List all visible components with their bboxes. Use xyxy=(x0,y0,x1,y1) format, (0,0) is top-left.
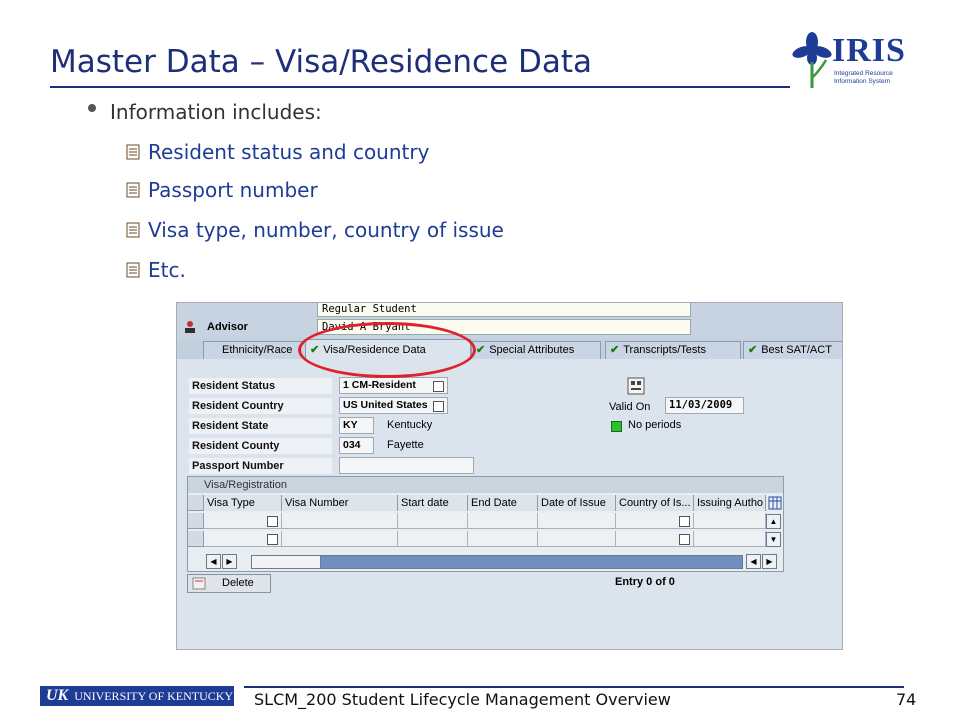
scroll-right-end-icon[interactable]: ▶ xyxy=(762,554,777,569)
resident-status-label: Resident Status xyxy=(189,378,332,394)
column-header[interactable]: Date of Issue xyxy=(538,495,616,511)
scrollbar-thumb[interactable] xyxy=(251,555,321,569)
no-periods-text: No periods xyxy=(628,419,682,431)
resident-status-field[interactable]: 1 CM-Resident xyxy=(339,377,448,394)
valid-on-label: Valid On xyxy=(609,401,651,413)
entry-counter: Entry 0 of 0 xyxy=(615,576,675,588)
checkmark-icon: ✔ xyxy=(748,344,758,356)
resident-county-text: Fayette xyxy=(387,439,424,451)
list-bullet-icon xyxy=(126,182,140,197)
logo-tagline: Integrated Resource Information System xyxy=(834,70,893,85)
value-help-icon[interactable] xyxy=(679,534,690,545)
scroll-left-end-icon[interactable]: ◀ xyxy=(206,554,221,569)
resident-state-text: Kentucky xyxy=(387,419,433,431)
advisor-label: Advisor xyxy=(207,321,248,333)
table-cell[interactable] xyxy=(468,531,538,547)
sub-bullet: Passport number xyxy=(126,178,318,202)
resident-county-field[interactable]: 034 xyxy=(339,437,374,454)
select-all-cell[interactable] xyxy=(188,495,204,511)
university-of-kentucky-logo: UK UNIVERSITY OF KENTUCKY xyxy=(40,686,234,706)
horizontal-scrollbar[interactable] xyxy=(251,555,743,569)
delete-icon xyxy=(192,577,206,590)
resident-county-label: Resident County xyxy=(189,438,332,454)
table-cell[interactable] xyxy=(282,513,398,529)
valid-on-field[interactable]: 11/03/2009 xyxy=(665,397,744,414)
tab-best-sat-act[interactable]: ✔ Best SAT/ACT xyxy=(743,341,842,359)
table-cell[interactable] xyxy=(538,513,616,529)
passport-label: Passport Number xyxy=(189,458,332,474)
scroll-right-icon[interactable]: ▶ xyxy=(222,554,237,569)
list-bullet-icon xyxy=(126,262,140,277)
highlight-circle xyxy=(298,322,476,378)
footer-course-title: SLCM_200 Student Lifecycle Management Ov… xyxy=(254,690,671,709)
student-type-field[interactable]: Regular Student xyxy=(317,303,691,317)
list-bullet-icon xyxy=(126,222,140,237)
table-cell[interactable] xyxy=(398,531,468,547)
table-cell[interactable] xyxy=(694,531,766,547)
scroll-down-icon[interactable]: ▼ xyxy=(766,532,781,547)
column-header[interactable]: Country of Is... xyxy=(616,495,694,511)
sub-bullet: Etc. xyxy=(126,258,186,282)
tab-special-attributes[interactable]: ✔ Special Attributes xyxy=(471,341,601,359)
delete-button[interactable]: Delete xyxy=(187,574,271,593)
country-cell[interactable] xyxy=(616,513,694,529)
checkmark-icon: ✔ xyxy=(476,344,486,356)
list-bullet-icon xyxy=(126,144,140,159)
main-bullet: Information includes: xyxy=(88,100,322,124)
visa-type-cell[interactable] xyxy=(204,513,282,529)
column-header[interactable]: Issuing Autho xyxy=(694,495,766,511)
uk-monogram: UK xyxy=(46,687,69,704)
bullet-dot-icon xyxy=(88,103,96,112)
resident-state-label: Resident State xyxy=(189,418,332,434)
value-help-icon[interactable] xyxy=(433,401,444,412)
visa-type-cell[interactable] xyxy=(204,531,282,547)
column-header[interactable]: Visa Type xyxy=(204,495,282,511)
checkmark-icon: ✔ xyxy=(610,344,620,356)
footer-rule xyxy=(244,686,904,688)
table-cell[interactable] xyxy=(282,531,398,547)
row-selector[interactable] xyxy=(188,531,204,547)
visa-registration-table: Visa/Registration Visa Type Visa Number … xyxy=(187,476,784,572)
title-underline xyxy=(50,86,790,88)
value-help-icon[interactable] xyxy=(679,516,690,527)
page-number: 74 xyxy=(896,690,917,709)
table-cell[interactable] xyxy=(468,513,538,529)
table-cell[interactable] xyxy=(694,513,766,529)
scroll-left-icon[interactable]: ◀ xyxy=(746,554,761,569)
periods-overview-icon[interactable] xyxy=(627,377,645,395)
resident-country-label: Resident Country xyxy=(189,398,332,414)
person-icon xyxy=(185,321,195,333)
logo-name: IRIS xyxy=(832,32,906,69)
sub-bullet: Visa type, number, country of issue xyxy=(126,218,504,242)
row-selector[interactable] xyxy=(188,513,204,529)
column-header[interactable]: Visa Number xyxy=(282,495,398,511)
table-cell[interactable] xyxy=(398,513,468,529)
column-header[interactable]: Start date xyxy=(398,495,468,511)
table-cell[interactable] xyxy=(538,531,616,547)
resident-country-field[interactable]: US United States xyxy=(339,397,448,414)
country-cell[interactable] xyxy=(616,531,694,547)
scroll-up-icon[interactable]: ▲ xyxy=(766,514,781,529)
value-help-icon[interactable] xyxy=(267,516,278,527)
value-help-icon[interactable] xyxy=(433,381,444,392)
status-green-icon xyxy=(611,421,622,432)
sap-screenshot: Regular Student Advisor David A Bryant E… xyxy=(176,302,843,650)
tab-transcripts-tests[interactable]: ✔ Transcripts/Tests xyxy=(605,341,741,359)
table-settings-icon[interactable] xyxy=(768,496,782,510)
column-header[interactable]: End Date xyxy=(468,495,538,511)
passport-field[interactable] xyxy=(339,457,474,474)
table-title: Visa/Registration xyxy=(188,477,783,493)
value-help-icon[interactable] xyxy=(267,534,278,545)
tab-ethnicity-race[interactable]: Ethnicity/Race xyxy=(203,341,307,359)
resident-state-field[interactable]: KY xyxy=(339,417,374,434)
slide-title: Master Data – Visa/Residence Data xyxy=(50,44,593,80)
sub-bullet: Resident status and country xyxy=(126,140,429,164)
